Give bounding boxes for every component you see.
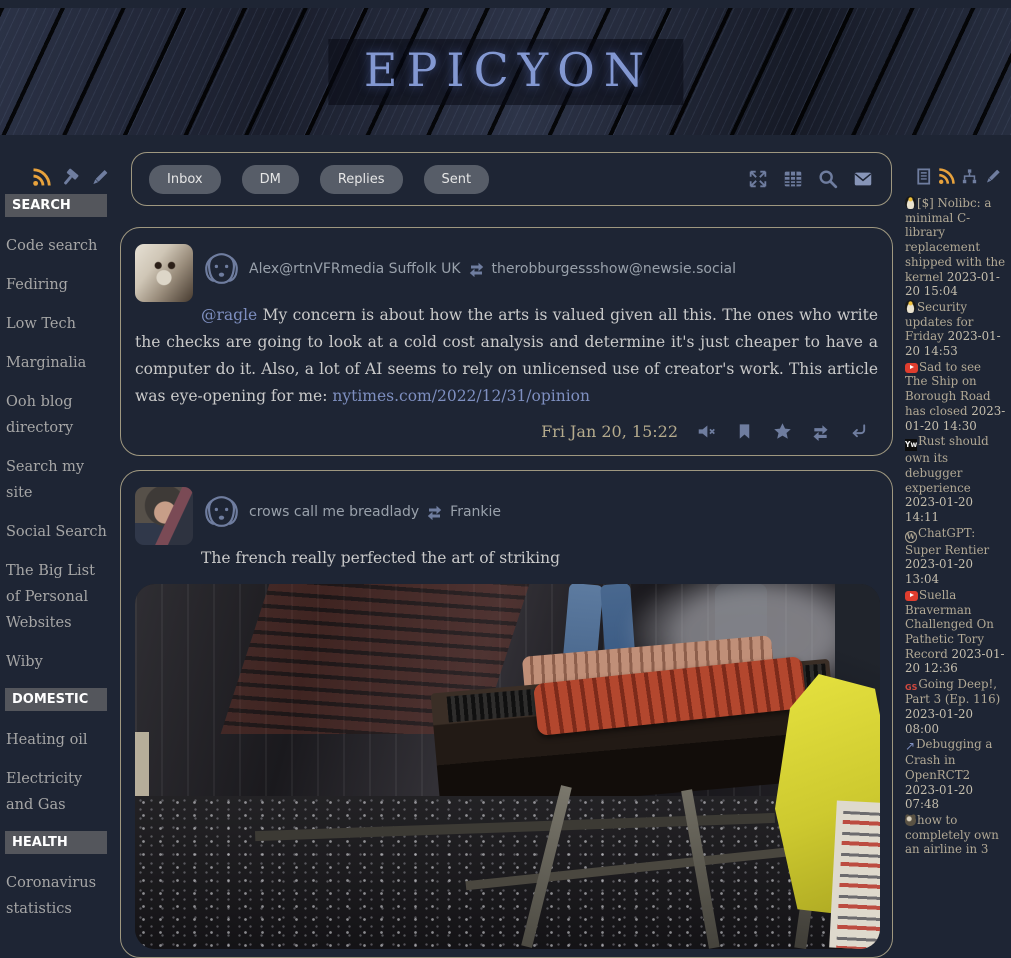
- newswire-title[interactable]: how to completely own an airline in 3: [905, 813, 999, 856]
- newswire-title[interactable]: ChatGPT: Super Rentier: [905, 526, 989, 557]
- youtube-icon: [905, 363, 918, 373]
- article-link[interactable]: nytimes.com/2022/12/31/opinion: [332, 387, 590, 405]
- newswire-list: [$] Nolibc: a minimal C-library replacem…: [905, 196, 1007, 858]
- sidebar-item-electricity-gas[interactable]: Electricity and Gas: [6, 766, 110, 818]
- timeline-toolbar: Inbox DM Replies Sent: [131, 152, 892, 206]
- boost-icon: [426, 503, 443, 520]
- post-booster[interactable]: therobburgessshow@newsie.social: [492, 261, 737, 277]
- history-icon[interactable]: [914, 167, 933, 186]
- repeat-icon[interactable]: [811, 422, 830, 441]
- sidebar-item-ooh-blog-directory[interactable]: Ooh blog directory: [6, 389, 110, 441]
- photo-kerb-tile: [135, 732, 149, 802]
- sidebar-item-heating-oil[interactable]: Heating oil: [6, 727, 110, 753]
- sidebar-item-fediring[interactable]: Fediring: [6, 272, 110, 298]
- sidebar-item-coronavirus-statistics[interactable]: Coronavirus statistics: [6, 870, 110, 922]
- tab-inbox[interactable]: Inbox: [149, 165, 221, 194]
- reply-icon[interactable]: [849, 422, 868, 441]
- photo-protest-sign: [829, 801, 880, 949]
- newswire-datetime: 2023-01-20 13:04: [905, 557, 973, 586]
- newswire-title[interactable]: Going Deep!, Part 3 (Ep. 116): [905, 677, 1000, 706]
- sidebar-item-low-tech[interactable]: Low Tech: [6, 311, 110, 337]
- lwn-penguin-icon: [905, 196, 916, 209]
- mention-link[interactable]: @ragle: [201, 306, 257, 324]
- post-footer: Fri Jan 20, 15:22: [135, 422, 868, 441]
- star-icon[interactable]: [773, 422, 792, 441]
- newswire-item: Security updates for Friday 2023-01-20 1…: [905, 300, 1007, 359]
- external-link-icon: ↗: [905, 739, 915, 753]
- lwn-penguin-icon: [905, 300, 916, 313]
- newswire-item: Sad to see The Ship on Borough Road has …: [905, 360, 1007, 434]
- sidebar-item-marginalia[interactable]: Marginalia: [6, 350, 110, 376]
- newswire-title[interactable]: Rust should own its debugger experience: [905, 434, 989, 494]
- epicyon-dog-icon: [201, 248, 242, 289]
- sidebar-links-domestic: Heating oil Electricity and Gas: [0, 727, 120, 818]
- tab-sent[interactable]: Sent: [424, 165, 490, 194]
- post-header: crows call me breadlady Frankie: [201, 491, 878, 532]
- yw-favicon: Yw: [905, 439, 917, 451]
- post-booster[interactable]: Frankie: [450, 504, 501, 520]
- sidebar-item-wiby[interactable]: Wiby: [6, 649, 110, 675]
- hammer-icon[interactable]: [60, 167, 81, 188]
- mute-icon[interactable]: [697, 422, 716, 441]
- newswire-item: WChatGPT: Super Rentier 2023-01-20 13:04: [905, 526, 1007, 587]
- avatar[interactable]: [135, 487, 193, 545]
- sidebar-item-big-list-personal-websites[interactable]: The Big List of Personal Websites: [6, 558, 110, 636]
- sidebar-links-search: Code search Fediring Low Tech Marginalia…: [0, 233, 120, 675]
- edit-icon[interactable]: [89, 167, 110, 188]
- post-content: The french really perfected the art of s…: [135, 545, 878, 572]
- rss-icon[interactable]: [937, 167, 956, 186]
- toolbar-icons: [747, 168, 874, 190]
- boost-icon: [468, 260, 485, 277]
- sidebar-section-header-search: SEARCH: [5, 194, 107, 217]
- search-icon[interactable]: [817, 168, 839, 190]
- newswire-datetime: 2023-01-20 08:00: [905, 707, 973, 736]
- mail-icon[interactable]: [852, 168, 874, 190]
- sidebar-links-health: Coronavirus statistics: [0, 870, 120, 922]
- newswire-item: [$] Nolibc: a minimal C-library replacem…: [905, 196, 1007, 299]
- gs-favicon: GS: [905, 683, 917, 692]
- epicyon-dog-icon: [201, 491, 242, 532]
- attached-photo-grill[interactable]: [135, 584, 880, 949]
- sidebar-item-code-search[interactable]: Code search: [6, 233, 110, 259]
- calendar-icon[interactable]: [782, 168, 804, 190]
- newswire-item: how to completely own an airline in 3: [905, 813, 1007, 857]
- instance-banner[interactable]: EPICYON: [0, 8, 1011, 135]
- post-card: crows call me breadlady Frankie The fren…: [120, 470, 893, 958]
- newswire-datetime: 2023-01-20 14:11: [905, 495, 973, 524]
- post-content: @ragle My concern is about how the arts …: [135, 302, 878, 410]
- post-timestamp[interactable]: Fri Jan 20, 15:22: [541, 422, 678, 441]
- tab-dm[interactable]: DM: [242, 165, 299, 194]
- expand-icon[interactable]: [747, 168, 769, 190]
- edit-icon[interactable]: [983, 167, 1002, 186]
- wordpress-icon: W: [905, 531, 917, 543]
- tab-replies[interactable]: Replies: [320, 165, 403, 194]
- sidebar-item-search-my-site[interactable]: Search my site: [6, 454, 110, 506]
- post-header: Alex@rtnVFRmedia Suffolk UK therobburges…: [201, 248, 878, 289]
- newswire-item: Suella Braverman Challenged On Pathetic …: [905, 588, 1007, 676]
- newswire-title[interactable]: Debugging a Crash in OpenRCT2: [905, 737, 992, 782]
- hamster-favicon: [905, 815, 916, 826]
- sidebar-section-header-domestic: DOMESTIC: [5, 688, 107, 711]
- avatar[interactable]: [135, 244, 193, 302]
- links-sidebar: SEARCH Code search Fediring Low Tech Mar…: [0, 192, 120, 935]
- newswire-item: ↗Debugging a Crash in OpenRCT2 2023-01-2…: [905, 737, 1007, 812]
- timeline-column: Inbox DM Replies Sent: [120, 135, 899, 958]
- post-author[interactable]: crows call me breadlady: [249, 504, 419, 520]
- instance-title: EPICYON: [328, 39, 683, 105]
- sidebar-item-social-search[interactable]: Social Search: [6, 519, 110, 545]
- youtube-icon: [905, 591, 918, 601]
- post-body-text: The french really perfected the art of s…: [201, 549, 560, 567]
- bookmark-icon[interactable]: [735, 422, 754, 441]
- newswire-item: YwRust should own its debugger experienc…: [905, 434, 1007, 525]
- newswire-icons: [903, 167, 1007, 186]
- sidebar-section-header-health: HEALTH: [5, 831, 107, 854]
- left-column-icons: [0, 167, 110, 188]
- share-network-icon[interactable]: [960, 167, 979, 186]
- rss-icon[interactable]: [31, 167, 52, 188]
- post-card: Alex@rtnVFRmedia Suffolk UK therobburges…: [120, 227, 893, 456]
- newswire-datetime: 2023-01-20 07:48: [905, 783, 973, 812]
- newswire-item: GSGoing Deep!, Part 3 (Ep. 116) 2023-01-…: [905, 677, 1007, 736]
- post-author[interactable]: Alex@rtnVFRmedia Suffolk UK: [249, 261, 461, 277]
